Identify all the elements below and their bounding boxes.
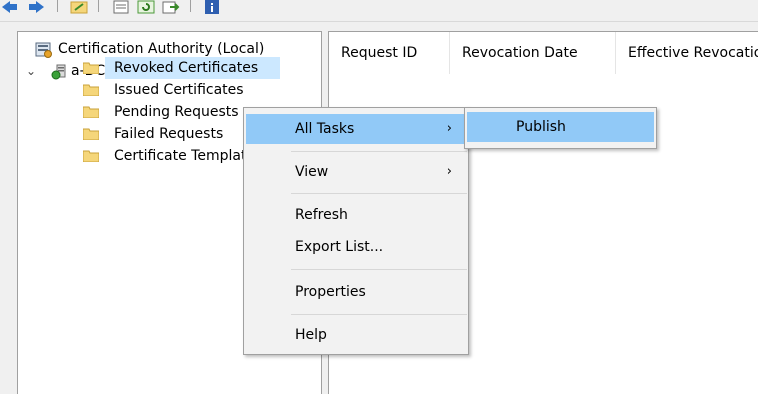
menu-item-refresh[interactable]: Refresh <box>246 200 466 230</box>
toolbar-separator <box>190 0 191 12</box>
export-icon[interactable] <box>162 0 180 14</box>
help-icon[interactable] <box>203 0 221 14</box>
tree-item-label: Failed Requests <box>114 126 224 142</box>
tree-item-label: Revoked Certificates <box>114 60 259 76</box>
toolbar-separator <box>57 0 58 12</box>
menu-item-label: Refresh <box>295 207 348 223</box>
menu-item-label: Properties <box>295 284 366 300</box>
menu-separator <box>291 193 467 194</box>
up-folder-icon[interactable] <box>70 0 88 14</box>
folder-icon <box>83 106 99 118</box>
menu-item-properties[interactable]: Properties <box>246 277 466 307</box>
toolbar <box>0 0 758 22</box>
menu-item-label: View <box>295 164 329 180</box>
folder-icon <box>83 150 99 162</box>
chevron-right-icon: › <box>446 121 452 136</box>
tree-item-revoked-certificates[interactable]: Revoked Certificates <box>80 57 280 79</box>
menu-item-label: Export List... <box>295 239 384 255</box>
context-menu: All Tasks › View › Refresh Export List..… <box>243 107 469 355</box>
menu-item-label: Help <box>295 327 327 343</box>
column-header-revocation-date[interactable]: Revocation Date <box>450 32 616 74</box>
chevron-right-icon: › <box>446 164 452 179</box>
menu-item-publish[interactable]: Publish <box>467 112 654 142</box>
folder-icon <box>83 62 99 74</box>
chevron-down-icon[interactable]: ⌄ <box>26 60 36 82</box>
menu-item-label: All Tasks <box>295 121 355 137</box>
folder-icon <box>83 84 99 96</box>
tree-item-label: Issued Certificates <box>114 82 244 98</box>
menu-item-label: Publish <box>516 119 566 135</box>
menu-item-all-tasks[interactable]: All Tasks › <box>246 114 466 144</box>
refresh-icon[interactable] <box>137 0 155 14</box>
all-tasks-submenu: Publish <box>464 107 657 149</box>
folder-icon <box>83 128 99 140</box>
menu-separator <box>291 314 467 315</box>
tree-item-pending-requests[interactable]: Pending Requests <box>80 101 245 123</box>
ca-server-icon <box>35 42 52 58</box>
column-header-request-id[interactable]: Request ID <box>329 32 450 74</box>
column-header-effective-revocation-date[interactable]: Effective Revocation Date <box>616 32 758 74</box>
ca-node-icon <box>51 64 66 80</box>
tree-item-label: Certificate Templates <box>114 148 245 164</box>
menu-separator <box>291 269 467 270</box>
tree-item-failed-requests[interactable]: Failed Requests <box>80 123 245 145</box>
back-icon[interactable] <box>0 0 18 14</box>
tree-item-certificate-templates[interactable]: Certificate Templates <box>80 145 245 167</box>
properties-icon[interactable] <box>112 0 130 14</box>
menu-separator <box>291 151 467 152</box>
menu-item-view[interactable]: View › <box>246 157 466 187</box>
tree-item-issued-certificates[interactable]: Issued Certificates <box>80 79 245 101</box>
menu-item-export-list[interactable]: Export List... <box>246 232 466 262</box>
menu-item-help[interactable]: Help <box>246 320 466 350</box>
tree-item-label: Pending Requests <box>114 104 239 120</box>
toolbar-separator <box>98 0 99 12</box>
forward-icon[interactable] <box>28 0 46 14</box>
